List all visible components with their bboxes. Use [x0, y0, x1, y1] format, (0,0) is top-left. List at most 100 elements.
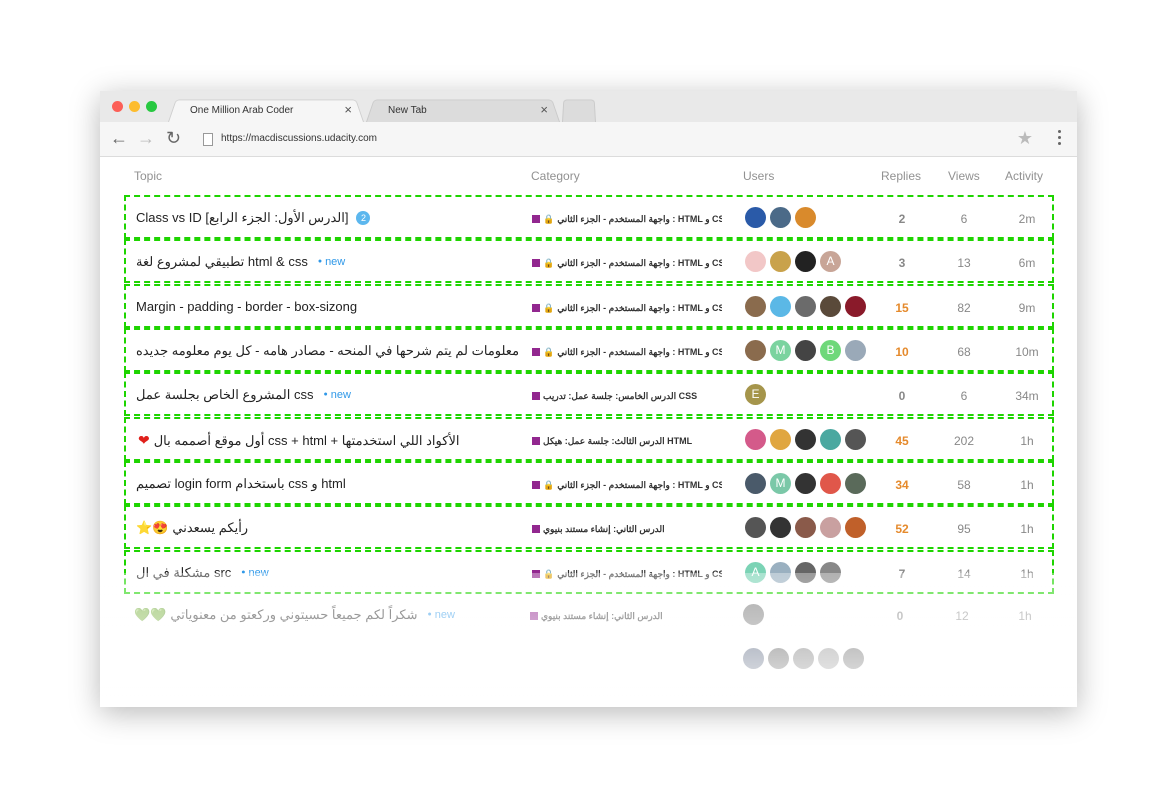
user-avatar[interactable]: [770, 207, 791, 228]
category-badge[interactable]: الدرس الخامس: جلسة عمل: تدريب CSS: [532, 389, 722, 403]
tab-close-icon[interactable]: ×: [344, 102, 352, 117]
activity-time[interactable]: 10m: [1007, 345, 1047, 359]
user-avatar[interactable]: E: [745, 384, 766, 405]
header-views[interactable]: Views: [948, 169, 980, 183]
topic-title-link[interactable]: مشكلة في ال src new: [136, 565, 269, 581]
table-row[interactable]: تصميم login form باستخدام css و html 🔒 واج…: [124, 461, 1054, 505]
topic-title-link[interactable]: 💚💚 شكراً لكم جميعاً حسيتوني وركعتو من معن…: [134, 607, 455, 623]
user-avatar[interactable]: [770, 562, 791, 583]
user-avatar[interactable]: [745, 429, 766, 450]
user-avatar[interactable]: [770, 517, 791, 538]
category-badge[interactable]: 🔒 واجهة المستخدم - الجزء الثاني : HTML و …: [532, 301, 722, 315]
forward-arrow-icon[interactable]: →: [137, 128, 155, 148]
user-avatar[interactable]: [820, 517, 841, 538]
category-badge[interactable]: 🔒 واجهة المستخدم - الجزء الثاني : HTML و …: [532, 478, 722, 492]
topic-title-link[interactable]: Margin - padding - border - box-sizong: [136, 299, 357, 314]
reload-icon[interactable]: ↻: [166, 128, 181, 148]
table-row[interactable]: معلومات لم يتم شرحها في المنحه - مصادر ه…: [124, 328, 1054, 372]
user-avatar[interactable]: [820, 429, 841, 450]
unread-count-badge[interactable]: 2: [356, 211, 371, 225]
user-avatar[interactable]: [820, 296, 841, 317]
user-avatar[interactable]: [745, 517, 766, 538]
user-avatar[interactable]: [845, 473, 866, 494]
category-badge[interactable]: 🔒 واجهة المستخدم - الجزء الثاني : HTML و …: [532, 212, 722, 226]
user-avatar[interactable]: [845, 296, 866, 317]
user-avatar[interactable]: B: [820, 340, 841, 361]
tab-close-icon[interactable]: ×: [540, 102, 548, 117]
topic-title-link[interactable]: معلومات لم يتم شرحها في المنحه - مصادر ه…: [136, 343, 519, 359]
close-window-button[interactable]: [112, 101, 123, 112]
user-avatar[interactable]: M: [770, 340, 791, 361]
user-avatar[interactable]: [795, 207, 816, 228]
activity-time[interactable]: 1h: [1007, 478, 1047, 492]
table-row[interactable]: Class vs ID [الدرس الأول: الجزء الرابع] 2…: [124, 195, 1054, 239]
header-category[interactable]: Category: [531, 169, 580, 183]
back-arrow-icon[interactable]: ←: [110, 128, 128, 148]
activity-time[interactable]: 2m: [1007, 212, 1047, 226]
new-tag[interactable]: new: [318, 256, 345, 268]
user-avatar[interactable]: [845, 429, 866, 450]
category-badge[interactable]: 🔒 واجهة المستخدم - الجزء الثاني : HTML و …: [532, 345, 722, 359]
minimize-window-button[interactable]: [129, 101, 140, 112]
user-avatar[interactable]: [845, 340, 866, 361]
table-row[interactable]: ⭐😍 رأيكم يسعدني الدرس الثاني: إنشاء مستند …: [124, 505, 1054, 549]
user-avatar[interactable]: [745, 473, 766, 494]
new-tag[interactable]: new: [324, 389, 351, 401]
user-avatar[interactable]: [768, 648, 789, 669]
user-avatar[interactable]: [795, 251, 816, 272]
user-avatar[interactable]: [745, 340, 766, 361]
user-avatar[interactable]: [793, 648, 814, 669]
table-row[interactable]: Margin - padding - border - box-sizong 🔒 و…: [124, 284, 1054, 328]
activity-time[interactable]: 1h: [1005, 609, 1045, 623]
activity-time[interactable]: 1h: [1007, 567, 1047, 581]
user-avatar[interactable]: [795, 562, 816, 583]
new-tab-button[interactable]: [562, 97, 596, 122]
activity-time[interactable]: 9m: [1007, 301, 1047, 315]
category-badge[interactable]: الدرس الثاني: إنشاء مستند بنيوي: [532, 522, 722, 536]
user-avatar[interactable]: [795, 517, 816, 538]
user-avatar[interactable]: [743, 648, 764, 669]
topic-title-link[interactable]: ❤ أول موقع أصممه بال css + html + الأكواد…: [136, 432, 459, 449]
topic-title-link[interactable]: تصميم login form باستخدام css و html: [136, 476, 346, 492]
user-avatar[interactable]: [745, 296, 766, 317]
activity-time[interactable]: 1h: [1007, 522, 1047, 536]
table-row[interactable]: 💚💚 شكراً لكم جميعاً حسيتوني وركعتو من معن…: [124, 594, 1054, 638]
user-avatar[interactable]: [745, 251, 766, 272]
address-bar[interactable]: https://macdiscussions.udacity.com: [221, 133, 377, 144]
bookmark-star-icon[interactable]: ★: [1017, 128, 1033, 149]
user-avatar[interactable]: [770, 296, 791, 317]
topic-title-link[interactable]: المشروع الخاص بجلسة عمل css new: [136, 387, 351, 403]
category-badge[interactable]: 🔒 واجهة المستخدم - الجزء الثاني : HTML و …: [532, 567, 722, 581]
user-avatar[interactable]: [820, 473, 841, 494]
topic-title-link[interactable]: Class vs ID [الدرس الأول: الجزء الرابع] 2: [136, 210, 371, 226]
category-badge[interactable]: 🔒 واجهة المستخدم - الجزء الثاني : HTML و …: [532, 256, 722, 270]
header-activity[interactable]: Activity: [1005, 169, 1043, 183]
header-replies[interactable]: Replies: [881, 169, 921, 183]
user-avatar[interactable]: [843, 648, 864, 669]
category-badge[interactable]: الدرس الثاني: إنشاء مستند بنيوي: [530, 609, 720, 623]
user-avatar[interactable]: [795, 429, 816, 450]
user-avatar[interactable]: A: [820, 251, 841, 272]
tab-new-tab[interactable]: New Tab ×: [366, 97, 560, 122]
tab-one-million-arab-coder[interactable]: One Million Arab Coder ×: [168, 97, 364, 122]
user-avatar[interactable]: [770, 251, 791, 272]
activity-time[interactable]: 34m: [1007, 389, 1047, 403]
category-badge[interactable]: الدرس الثالث: جلسة عمل: هيكل HTML: [532, 434, 722, 448]
header-topic[interactable]: Topic: [134, 169, 162, 183]
table-row[interactable]: [124, 638, 1054, 682]
activity-time[interactable]: 1h: [1007, 434, 1047, 448]
new-tag[interactable]: new: [241, 567, 269, 579]
activity-time[interactable]: 6m: [1007, 256, 1047, 270]
user-avatar[interactable]: [795, 296, 816, 317]
user-avatar[interactable]: [743, 604, 764, 625]
maximize-window-button[interactable]: [146, 101, 157, 112]
table-row[interactable]: مشكلة في ال src new 🔒واجهة المستخدم - الجز…: [124, 550, 1054, 594]
user-avatar[interactable]: [845, 517, 866, 538]
user-avatar[interactable]: A: [745, 562, 766, 583]
topic-title-link[interactable]: ⭐😍 رأيكم يسعدني: [136, 520, 248, 536]
new-tag[interactable]: new: [427, 609, 455, 621]
table-row[interactable]: ❤ أول موقع أصممه بال css + html + الأكواد…: [124, 417, 1054, 461]
user-avatar[interactable]: [818, 648, 839, 669]
table-row[interactable]: المشروع الخاص بجلسة عمل css new الدرس الخا…: [124, 372, 1054, 416]
user-avatar[interactable]: M: [770, 473, 791, 494]
